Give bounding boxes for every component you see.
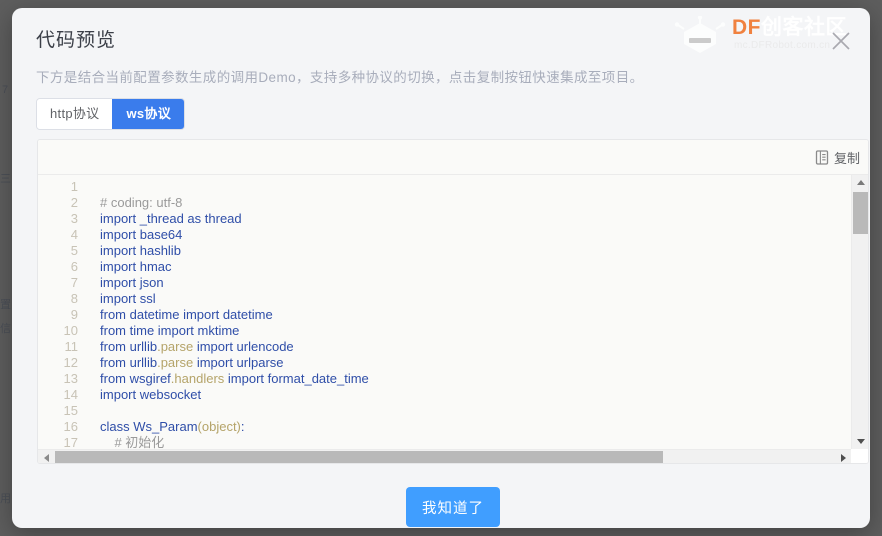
code-line: 6 import hmac [38, 259, 421, 275]
code-line: 4 import base64 [38, 227, 421, 243]
code-token: import format_date_time [224, 371, 369, 386]
protocol-tab-group: http协议 ws协议 [36, 98, 186, 130]
line-number: 2 [70, 195, 78, 210]
code-token: import websocket [100, 387, 202, 402]
line-number: 5 [70, 243, 78, 258]
line-number: 17 [63, 435, 78, 449]
code-line: 2 # coding: utf-8 [38, 195, 421, 211]
close-icon[interactable] [826, 26, 856, 56]
code-horizontal-scrollbar[interactable] [38, 449, 868, 463]
code-body: 1 2 # coding: utf-8 3 import _thread as thre… [38, 175, 868, 463]
horizontal-scrollbar-thumb[interactable] [55, 451, 663, 463]
code-line: 11 from urllib.parse import urlencode [38, 339, 421, 355]
line-number: 4 [70, 227, 78, 242]
code-lines: 1 2 # coding: utf-8 3 import _thread as thre… [38, 179, 421, 449]
confirm-button[interactable]: 我知道了 [406, 487, 500, 527]
tab-http-protocol[interactable]: http协议 [37, 99, 113, 129]
code-line: 13 from wsgiref.handlers import format_da… [38, 371, 421, 387]
line-number: 1 [70, 179, 78, 194]
line-number: 7 [70, 275, 78, 290]
dialog-subtitle: 下方是结合当前配置参数生成的调用Demo，支持多种协议的切换，点击复制按钮快速集… [36, 70, 644, 85]
line-number: 9 [70, 307, 78, 322]
code-token: import _thread as thread [100, 211, 242, 226]
code-line: 12 from urllib.parse import urlparse [38, 355, 421, 371]
code-line: 15 [38, 403, 421, 419]
page-title: 代码预览 [36, 30, 117, 51]
code-token: class Ws_Param [100, 419, 198, 434]
code-token: import ssl [100, 291, 156, 306]
caret-left-icon[interactable] [38, 450, 54, 463]
code-token: from time import mktime [100, 323, 240, 338]
code-line: 9 from datetime import datetime [38, 307, 421, 323]
caret-up-icon[interactable] [852, 175, 868, 190]
code-scroll-viewport[interactable]: 1 2 # coding: utf-8 3 import _thread as thre… [38, 175, 851, 449]
caret-down-icon[interactable] [852, 434, 868, 449]
code-line: 17 # 初始化 [38, 435, 421, 449]
code-token: import json [100, 275, 164, 290]
line-number: 10 [63, 323, 78, 338]
line-number: 3 [70, 211, 78, 226]
code-token: import base64 [100, 227, 183, 242]
code-token: # coding: utf-8 [100, 195, 183, 210]
code-token: .parse [157, 355, 194, 370]
code-token: import hmac [100, 259, 172, 274]
line-number: 12 [63, 355, 78, 370]
code-token: (object) [197, 419, 241, 434]
code-token: import urlparse [193, 355, 284, 370]
code-line: 14 import websocket [38, 387, 421, 403]
copy-button-label: 复制 [833, 151, 860, 166]
watermark-url: mc.DFRobot.com.cn [734, 40, 831, 51]
code-line: 3 import _thread as thread [38, 211, 421, 227]
code-token: # 初始化 [100, 435, 165, 449]
line-number: 6 [70, 259, 78, 274]
line-number: 8 [70, 291, 78, 306]
caret-right-icon[interactable] [835, 450, 851, 463]
line-number: 16 [63, 419, 78, 434]
code-preview-dialog: DF创客社区 mc.DFRobot.com.cn 代码预览 下方是结合当前配置参… [12, 8, 870, 528]
code-token: .handlers [170, 371, 225, 386]
code-toolbar: 复制 [38, 140, 868, 175]
code-line: 5 import hashlib [38, 243, 421, 259]
code-token: import hashlib [100, 243, 181, 258]
line-number: 11 [64, 339, 79, 354]
dfrobot-robot-head-icon [674, 16, 726, 53]
code-line: 1 [38, 179, 421, 195]
code-token: : [240, 419, 245, 434]
code-line: 8 import ssl [38, 291, 421, 307]
code-token: from urllib [100, 339, 158, 354]
code-line: 16 class Ws_Param(object): [38, 419, 421, 435]
watermark-brand-prefix: DF [732, 16, 761, 39]
code-token: from datetime import datetime [100, 307, 273, 322]
copy-button[interactable]: 复制 [815, 148, 860, 167]
tab-ws-protocol[interactable]: ws协议 [112, 99, 185, 129]
code-token: from urllib [100, 355, 158, 370]
scrollbar-corner [851, 449, 868, 463]
line-number: 15 [63, 403, 78, 418]
code-token: import urlencode [193, 339, 294, 354]
line-number: 13 [63, 371, 78, 386]
code-preview-panel: 复制 1 2 # coding: utf-8 3 import _thread as t… [37, 139, 869, 464]
code-token: .parse [157, 339, 194, 354]
copy-document-icon [815, 150, 829, 165]
code-line: 10 from time import mktime [38, 323, 421, 339]
line-number: 14 [63, 387, 78, 402]
code-vertical-scrollbar[interactable] [851, 175, 868, 449]
code-token: from wsgiref [100, 371, 171, 386]
vertical-scrollbar-thumb[interactable] [853, 192, 868, 234]
code-line: 7 import json [38, 275, 421, 291]
